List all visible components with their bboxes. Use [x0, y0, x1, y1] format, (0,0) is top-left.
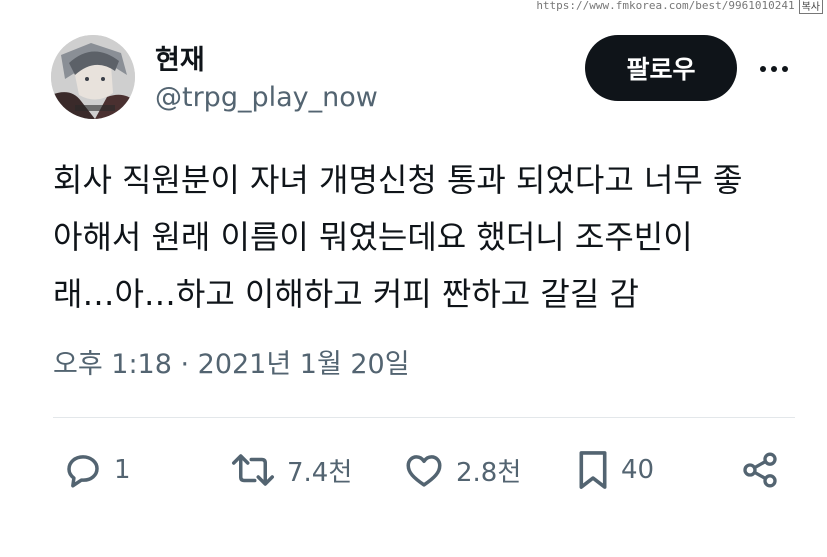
more-dots-icon[interactable]: [757, 60, 793, 78]
bookmark-icon: [579, 451, 607, 489]
retweet-icon: [232, 454, 274, 486]
tweet-timestamp[interactable]: 오후 1:18 · 2021년 1월 20일: [53, 342, 410, 381]
source-url: https://www.fmkorea.com/best/9961010241: [536, 0, 795, 12]
like-button[interactable]: 2.8천: [402, 448, 521, 492]
tweet-line: 회사 직원분이 자녀 개명신청 통과 되었다고 너무 좋: [53, 161, 743, 199]
follow-button[interactable]: 팔로우: [585, 35, 737, 101]
avatar-image: [51, 35, 135, 119]
bookmark-count: 40: [621, 455, 655, 485]
retweet-button[interactable]: 7.4천: [229, 448, 352, 492]
share-icon: [743, 452, 777, 488]
like-count: 2.8천: [456, 457, 522, 488]
divider: [53, 417, 795, 418]
user-handle[interactable]: @trpg_play_now: [155, 82, 378, 113]
reply-button[interactable]: 1: [62, 448, 131, 492]
tweet-line: 아해서 원래 이름이 뭐였는데요 했더니 조주빈이: [53, 218, 693, 256]
reply-count: 1: [114, 455, 131, 485]
bookmark-button[interactable]: 40: [575, 448, 654, 492]
reply-icon: [67, 455, 99, 488]
display-name[interactable]: 현재: [155, 38, 205, 77]
retweet-count: 7.4천: [287, 457, 353, 488]
heart-icon: [406, 455, 442, 487]
copy-tag[interactable]: 복사: [798, 0, 823, 14]
tweet-text: 회사 직원분이 자녀 개명신청 통과 되었다고 너무 좋 아해서 원래 이름이 …: [53, 152, 798, 323]
share-button[interactable]: [740, 448, 780, 492]
tweet-line: 래…아…하고 이해하고 커피 짠하고 갈길 감: [53, 275, 639, 313]
source-watermark: https://www.fmkorea.com/best/9961010241 …: [536, 0, 823, 14]
avatar[interactable]: [51, 35, 135, 119]
